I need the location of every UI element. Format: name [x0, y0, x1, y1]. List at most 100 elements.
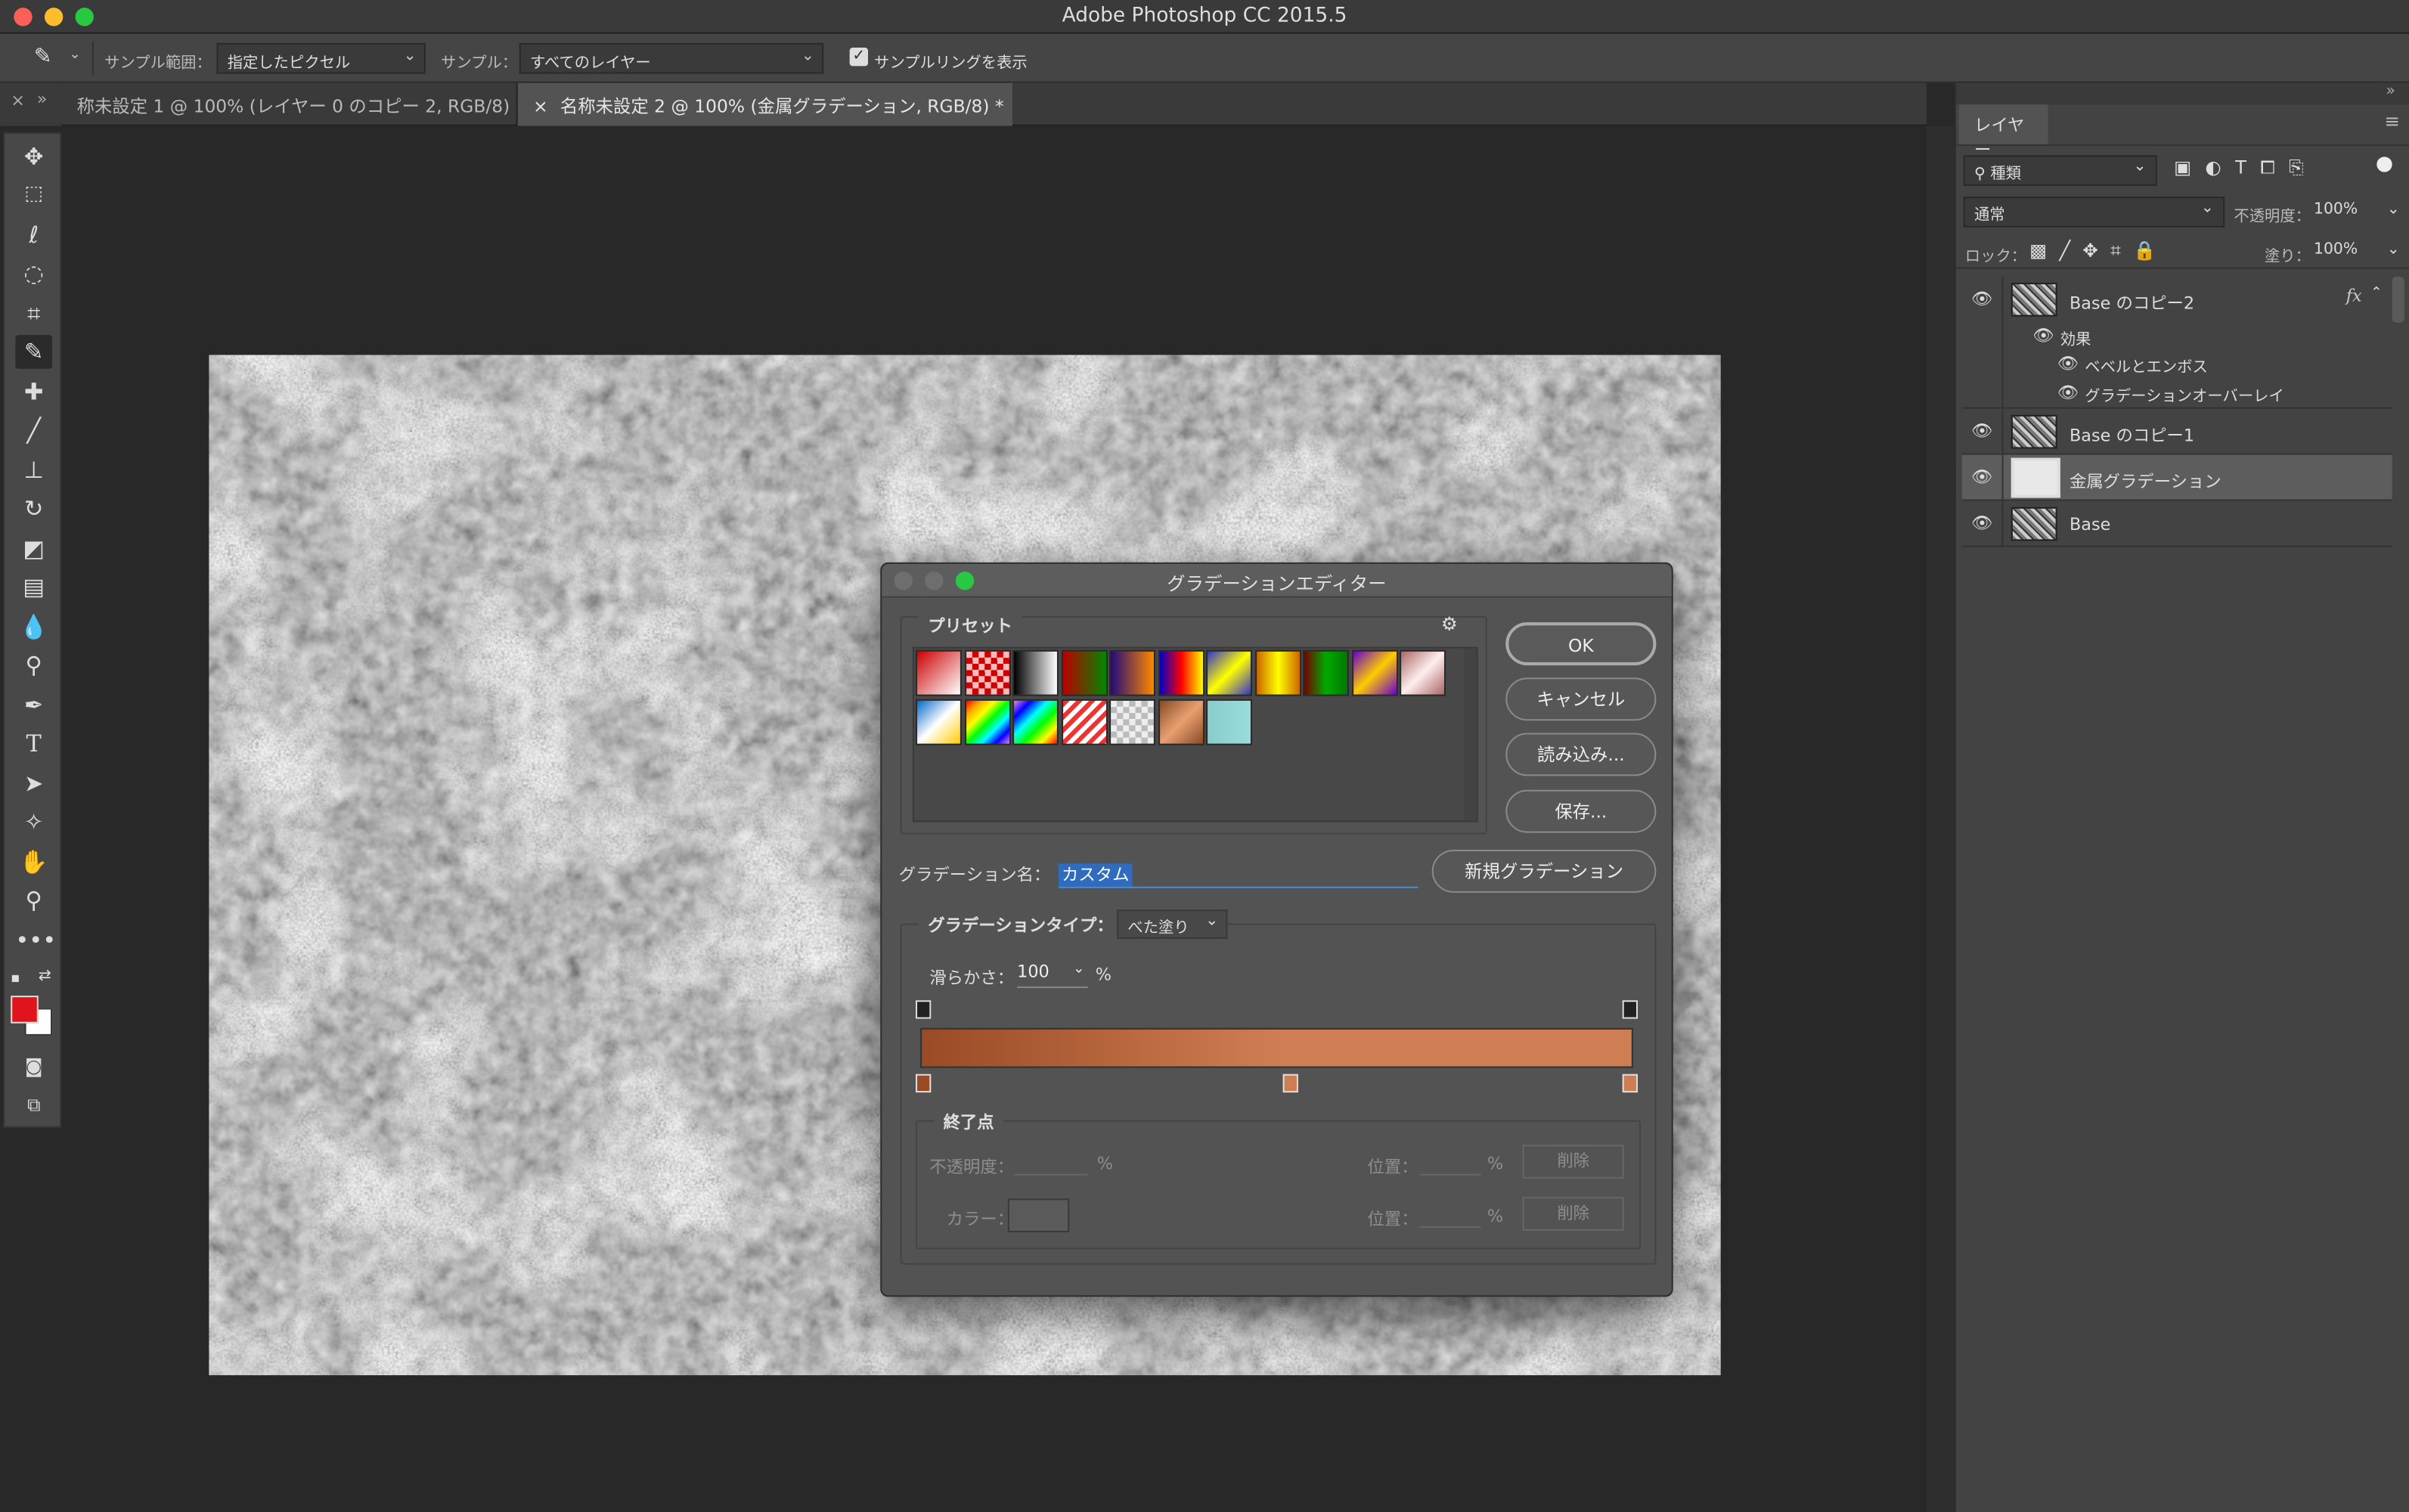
- smart-object-filter-icon[interactable]: ⎘: [2289, 156, 2318, 178]
- preset-swatch[interactable]: [1012, 649, 1059, 696]
- healing-brush-tool-icon[interactable]: ✚: [15, 375, 52, 409]
- visibility-eye-icon[interactable]: 👁: [1971, 467, 1992, 487]
- preset-swatch[interactable]: [1109, 649, 1155, 696]
- eyedropper-tool-icon[interactable]: ✎: [15, 335, 53, 369]
- lock-position-icon[interactable]: ✥: [2082, 240, 2110, 261]
- collapse-panels-icon[interactable]: »: [2386, 83, 2395, 100]
- chevron-up-icon[interactable]: ⌃: [2370, 286, 2382, 301]
- layer-row-selected[interactable]: 👁 金属グラデーション: [1961, 454, 2392, 501]
- quick-select-tool-icon[interactable]: ◌: [15, 256, 52, 290]
- foreground-color-swatch[interactable]: [11, 996, 39, 1024]
- layer-row[interactable]: 👁 Base のコピー1: [1961, 408, 2392, 455]
- load-button[interactable]: 読み込み...: [1505, 733, 1657, 776]
- effect-bevel-emboss[interactable]: ベベルとエンボス: [2085, 353, 2208, 376]
- eyedropper-preset-icon[interactable]: ✎: [34, 45, 52, 70]
- sample-size-select[interactable]: 指定したピクセル ⌄: [216, 42, 426, 74]
- path-select-tool-icon[interactable]: ➤: [15, 767, 52, 801]
- filter-toggle-icon[interactable]: [2376, 156, 2392, 172]
- visibility-eye-icon[interactable]: 👁: [2057, 383, 2079, 402]
- gradient-type-select[interactable]: べた塗り ⌄: [1117, 909, 1228, 939]
- swap-colors-icon[interactable]: ⇄: [39, 968, 51, 984]
- preset-swatch[interactable]: [1061, 699, 1107, 745]
- marquee-tool-icon[interactable]: ⬚: [15, 178, 52, 212]
- layers-scrollbar[interactable]: [2392, 276, 2404, 323]
- tab-layers[interactable]: レイヤー: [1958, 104, 2048, 160]
- more-tools-icon[interactable]: •••: [15, 924, 56, 958]
- quick-mask-icon[interactable]: ◙: [15, 1049, 52, 1083]
- preset-swatch[interactable]: [916, 699, 962, 745]
- tab-document-2[interactable]: × 名称未設定 2 @ 100% (金属グラデーション, RGB/8) *: [517, 82, 1013, 126]
- save-button[interactable]: 保存...: [1505, 789, 1657, 833]
- lasso-tool-icon[interactable]: ℓ: [15, 218, 52, 253]
- layer-row[interactable]: 👁 Base のコピー2 fx ⌃ 👁 効果 👁 ベベルとエンボス 👁 グラデー…: [1961, 276, 2392, 409]
- gradient-preview-bar[interactable]: [920, 1027, 1633, 1068]
- screen-mode-icon[interactable]: ⧉: [15, 1088, 52, 1122]
- dodge-tool-icon[interactable]: ⚲: [15, 649, 52, 683]
- sample-select[interactable]: すべてのレイヤー ⌄: [519, 42, 824, 74]
- panel-menu-icon[interactable]: ≡: [2385, 110, 2400, 132]
- preset-swatch[interactable]: [1254, 649, 1301, 696]
- preset-scrollbar[interactable]: [1464, 648, 1477, 821]
- preset-swatch[interactable]: [916, 649, 962, 696]
- type-tool-icon[interactable]: T: [15, 727, 52, 761]
- blend-mode-select[interactable]: 通常 ⌄: [1963, 197, 2225, 228]
- lock-paint-icon[interactable]: ╱: [2059, 240, 2082, 261]
- adjustment-filter-icon[interactable]: ◐: [2205, 156, 2235, 178]
- lock-artboard-icon[interactable]: ⌗: [2110, 240, 2133, 261]
- clone-stamp-tool-icon[interactable]: ⊥: [15, 454, 52, 488]
- gradient-tool-icon[interactable]: ▤: [15, 570, 52, 604]
- layer-filter-icons[interactable]: ▣◐T⧠⎘: [2174, 156, 2318, 179]
- close-tab-icon[interactable]: ×: [533, 95, 548, 116]
- blur-tool-icon[interactable]: 💧: [15, 610, 52, 644]
- color-stop-left[interactable]: [916, 1074, 932, 1093]
- brush-tool-icon[interactable]: ╱: [15, 414, 52, 448]
- type-filter-icon[interactable]: T: [2235, 156, 2260, 178]
- preset-swatch[interactable]: [1400, 649, 1446, 696]
- move-tool-icon[interactable]: ✥: [15, 140, 52, 174]
- image-filter-icon[interactable]: ▣: [2174, 156, 2205, 178]
- preset-swatch[interactable]: [1303, 649, 1350, 696]
- visibility-eye-icon[interactable]: 👁: [2032, 326, 2054, 345]
- ok-button[interactable]: OK: [1505, 622, 1657, 666]
- preset-swatch[interactable]: [1158, 649, 1204, 696]
- opacity-field[interactable]: 100% ⌄: [2314, 201, 2400, 218]
- lock-transparency-icon[interactable]: ▩: [2029, 240, 2059, 261]
- pen-tool-icon[interactable]: ✒: [15, 689, 52, 723]
- preset-swatch[interactable]: [1109, 699, 1155, 745]
- preset-swatch[interactable]: [1061, 649, 1107, 696]
- color-stop-right[interactable]: [1622, 1074, 1639, 1093]
- preset-swatch[interactable]: [1158, 699, 1204, 745]
- shape-tool-icon[interactable]: ✧: [15, 805, 52, 839]
- zoom-tool-icon[interactable]: ⚲: [15, 884, 52, 918]
- chevron-down-icon[interactable]: ⌄: [69, 48, 80, 63]
- lock-all-icon[interactable]: 🔒: [2133, 240, 2169, 261]
- opacity-stop-right[interactable]: [1622, 1000, 1639, 1019]
- show-ring-checkbox[interactable]: ✓: [849, 48, 869, 67]
- visibility-eye-icon[interactable]: 👁: [1971, 289, 1992, 308]
- color-midpoint-stop[interactable]: [1282, 1074, 1298, 1093]
- preset-swatch[interactable]: [1206, 649, 1252, 696]
- visibility-eye-icon[interactable]: 👁: [1971, 421, 1992, 441]
- eraser-tool-icon[interactable]: ◩: [15, 531, 52, 565]
- gradient-name-input[interactable]: カスタム: [1058, 857, 1418, 888]
- smoothness-input[interactable]: 100 ⌄: [1017, 962, 1088, 988]
- effect-gradient-overlay[interactable]: グラデーションオーバーレイ: [2085, 383, 2284, 405]
- preset-swatch[interactable]: [1351, 649, 1398, 696]
- preset-swatch[interactable]: [964, 699, 1010, 745]
- preset-swatch[interactable]: [1206, 699, 1252, 745]
- layer-row[interactable]: 👁 Base: [1961, 500, 2392, 547]
- opacity-stop-left[interactable]: [916, 1000, 932, 1019]
- history-brush-tool-icon[interactable]: ↻: [15, 491, 52, 525]
- cancel-button[interactable]: キャンセル: [1505, 677, 1657, 721]
- fill-field[interactable]: 100% ⌄: [2314, 241, 2400, 258]
- layer-filter-select[interactable]: ⚲ 種類 ⌄: [1963, 155, 2157, 186]
- hand-tool-icon[interactable]: ✋: [15, 845, 52, 879]
- gear-icon[interactable]: ⚙: [1441, 613, 1458, 634]
- default-colors-icon[interactable]: ▪: [11, 971, 20, 987]
- tab-document-1[interactable]: 称未設定 1 @ 100% (レイヤー 0 のコピー 2, RGB/8) *: [61, 83, 516, 126]
- visibility-eye-icon[interactable]: 👁: [2057, 353, 2079, 373]
- crop-tool-icon[interactable]: ⌗: [15, 296, 52, 330]
- visibility-eye-icon[interactable]: 👁: [1971, 513, 1992, 533]
- fx-icon[interactable]: fx: [2346, 286, 2362, 305]
- preset-swatch[interactable]: [964, 649, 1010, 696]
